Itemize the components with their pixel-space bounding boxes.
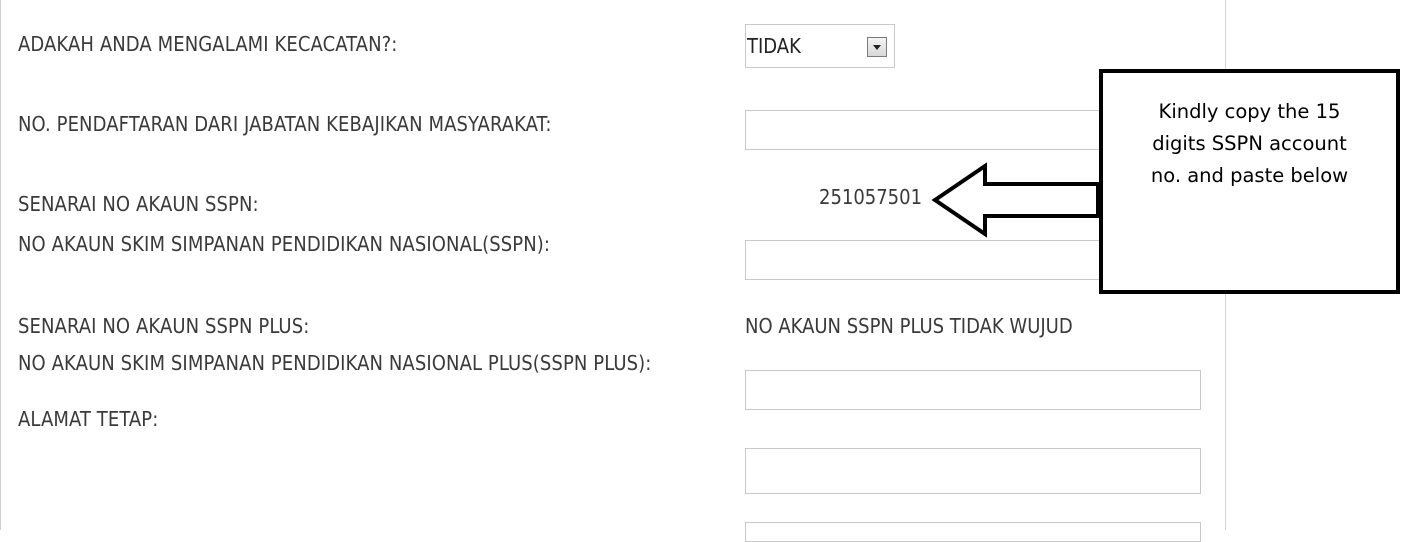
disability-select-value: TIDAK — [747, 34, 801, 58]
sspn-plus-list-label: SENARAI NO AKAUN SSPN PLUS: — [18, 314, 310, 338]
sspn-account-label: NO AKAUN SKIM SIMPANAN PENDIDIKAN NASION… — [18, 232, 551, 256]
address-line-2-input[interactable] — [745, 522, 1201, 542]
callout-line-3: no. and paste below — [1150, 164, 1349, 187]
permanent-address-input[interactable] — [745, 448, 1201, 494]
form-left-border — [0, 0, 1, 530]
chevron-down-icon[interactable] — [867, 37, 887, 57]
left-arrow-icon — [931, 162, 1100, 238]
permanent-address-label: ALAMAT TETAP: — [18, 407, 159, 431]
sspn-list-label: SENARAI NO AKAUN SSPN: — [18, 192, 259, 216]
sspn-plus-status: NO AKAUN SSPN PLUS TIDAK WUJUD — [745, 314, 1073, 338]
jkm-registration-label: NO. PENDAFTARAN DARI JABATAN KEBAJIKAN M… — [18, 112, 552, 136]
disability-label: ADAKAH ANDA MENGALAMI KECACATAN?: — [18, 32, 398, 56]
sspn-plus-account-input[interactable] — [745, 370, 1201, 410]
instruction-callout: Kindly copy the 15 digits SSPN account n… — [1099, 69, 1400, 294]
sspn-account-number: 251057501 — [819, 185, 923, 209]
callout-line-1: Kindly copy the 15 — [1158, 100, 1341, 123]
sspn-plus-account-label: NO AKAUN SKIM SIMPANAN PENDIDIKAN NASION… — [18, 351, 652, 375]
disability-select[interactable]: TIDAK — [745, 24, 895, 68]
callout-line-2: digits SSPN account — [1152, 132, 1347, 155]
